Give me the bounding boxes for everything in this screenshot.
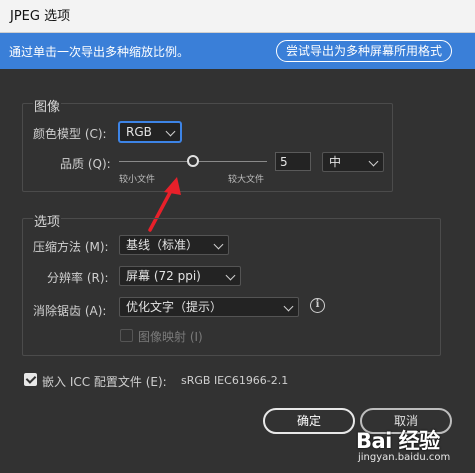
color-model-label: 颜色模型 (C):	[33, 127, 107, 141]
imagemap-checkbox[interactable]	[120, 329, 133, 342]
resolution-select[interactable]: 屏幕 (72 ppi)	[119, 266, 241, 286]
ok-button[interactable]: 确定	[263, 408, 355, 434]
try-export-multiple-screens-button[interactable]: 尝试导出为多种屏幕所用格式	[276, 40, 452, 62]
watermark-brand: Bai 经验	[356, 429, 440, 453]
antialias-value: 优化文字（提示）	[126, 300, 223, 314]
compression-select[interactable]: 基线（标准）	[119, 235, 229, 255]
icc-label: 嵌入 ICC 配置文件 (E):	[42, 375, 167, 389]
resolution-value: 屏幕 (72 ppi)	[126, 269, 201, 283]
chevron-down-icon	[165, 126, 176, 137]
quality-max-label: 较大文件	[228, 175, 265, 185]
quality-label: 品质 (Q):	[60, 157, 111, 171]
chevron-down-icon	[213, 239, 224, 250]
imagemap-label: 图像映射 (I)	[138, 330, 203, 344]
icc-checkbox[interactable]	[24, 373, 37, 386]
image-group	[22, 103, 393, 192]
image-group-title: 图像	[33, 96, 62, 115]
options-group-title: 选项	[33, 211, 62, 230]
quality-level-select[interactable]: 中	[322, 152, 384, 172]
resolution-label: 分辨率 (R):	[47, 271, 109, 285]
chevron-down-icon	[283, 301, 294, 312]
info-icon[interactable]: i	[310, 298, 325, 313]
banner-text: 通过单击一次导出多种缩放比例。	[9, 45, 190, 59]
antialias-label: 消除锯齿 (A):	[33, 304, 107, 318]
quality-input[interactable]	[275, 152, 311, 171]
watermark-url: jingyan.baidu.com	[358, 452, 451, 463]
color-model-value: RGB	[126, 125, 152, 139]
quality-slider-thumb[interactable]	[187, 155, 199, 167]
compression-label: 压缩方法 (M):	[33, 240, 109, 254]
window-title: JPEG 选项	[0, 0, 475, 33]
icc-profile-value: sRGB IEC61966-2.1	[181, 374, 289, 387]
color-model-select[interactable]: RGB	[119, 122, 181, 142]
antialias-select[interactable]: 优化文字（提示）	[119, 297, 299, 317]
chevron-down-icon	[368, 156, 379, 167]
chevron-down-icon	[225, 270, 236, 281]
compression-value: 基线（标准）	[126, 238, 199, 252]
info-banner: 通过单击一次导出多种缩放比例。 尝试导出为多种屏幕所用格式	[0, 33, 475, 69]
quality-level-value: 中	[329, 155, 342, 169]
